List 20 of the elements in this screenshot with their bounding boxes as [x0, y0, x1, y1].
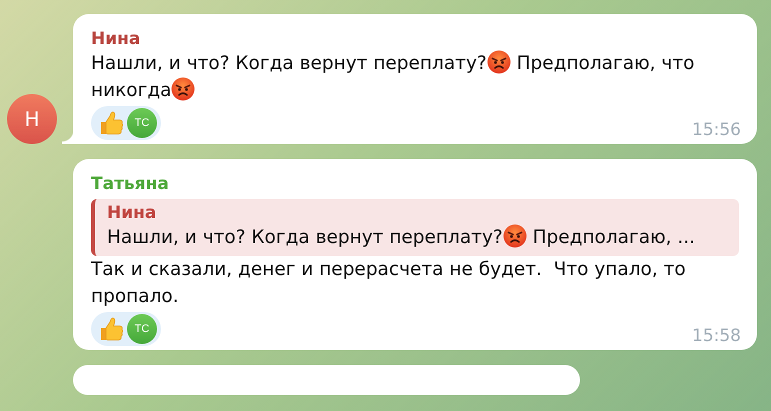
reactor-avatar: ТС [127, 108, 157, 138]
angry-face-icon [171, 77, 196, 101]
angry-face-icon [502, 224, 527, 248]
sender-name[interactable]: Татьяна [91, 173, 169, 195]
message-time: 15:56 [692, 120, 741, 140]
message-text: никогда [91, 80, 172, 101]
reaction-chip[interactable]: ТС [91, 312, 161, 346]
message-time: 15:58 [692, 326, 741, 346]
reply-quote[interactable]: Нина Нашли, и что? Когда вернут переплату? Предполагаю, ... [91, 199, 739, 256]
message-text: Предполагаю, что [516, 53, 694, 74]
reactor-avatar: ТС [127, 314, 157, 344]
angry-face-icon [486, 50, 511, 74]
message-text: Нашли, и что? Когда вернут переплату? [107, 227, 503, 248]
avatar[interactable]: Н [7, 94, 57, 144]
sender-name: Нина [107, 202, 156, 224]
reaction-chip[interactable]: ТС [91, 106, 161, 140]
message-text: Нашли, и что? Когда вернут переплату? [91, 53, 487, 74]
sender-name[interactable]: Нина [91, 28, 140, 50]
message-text: Так и сказали, денег и перерасчета не будет. Что упало, то пропало. [91, 258, 687, 309]
message-text: Предполагаю, ... [532, 227, 696, 248]
